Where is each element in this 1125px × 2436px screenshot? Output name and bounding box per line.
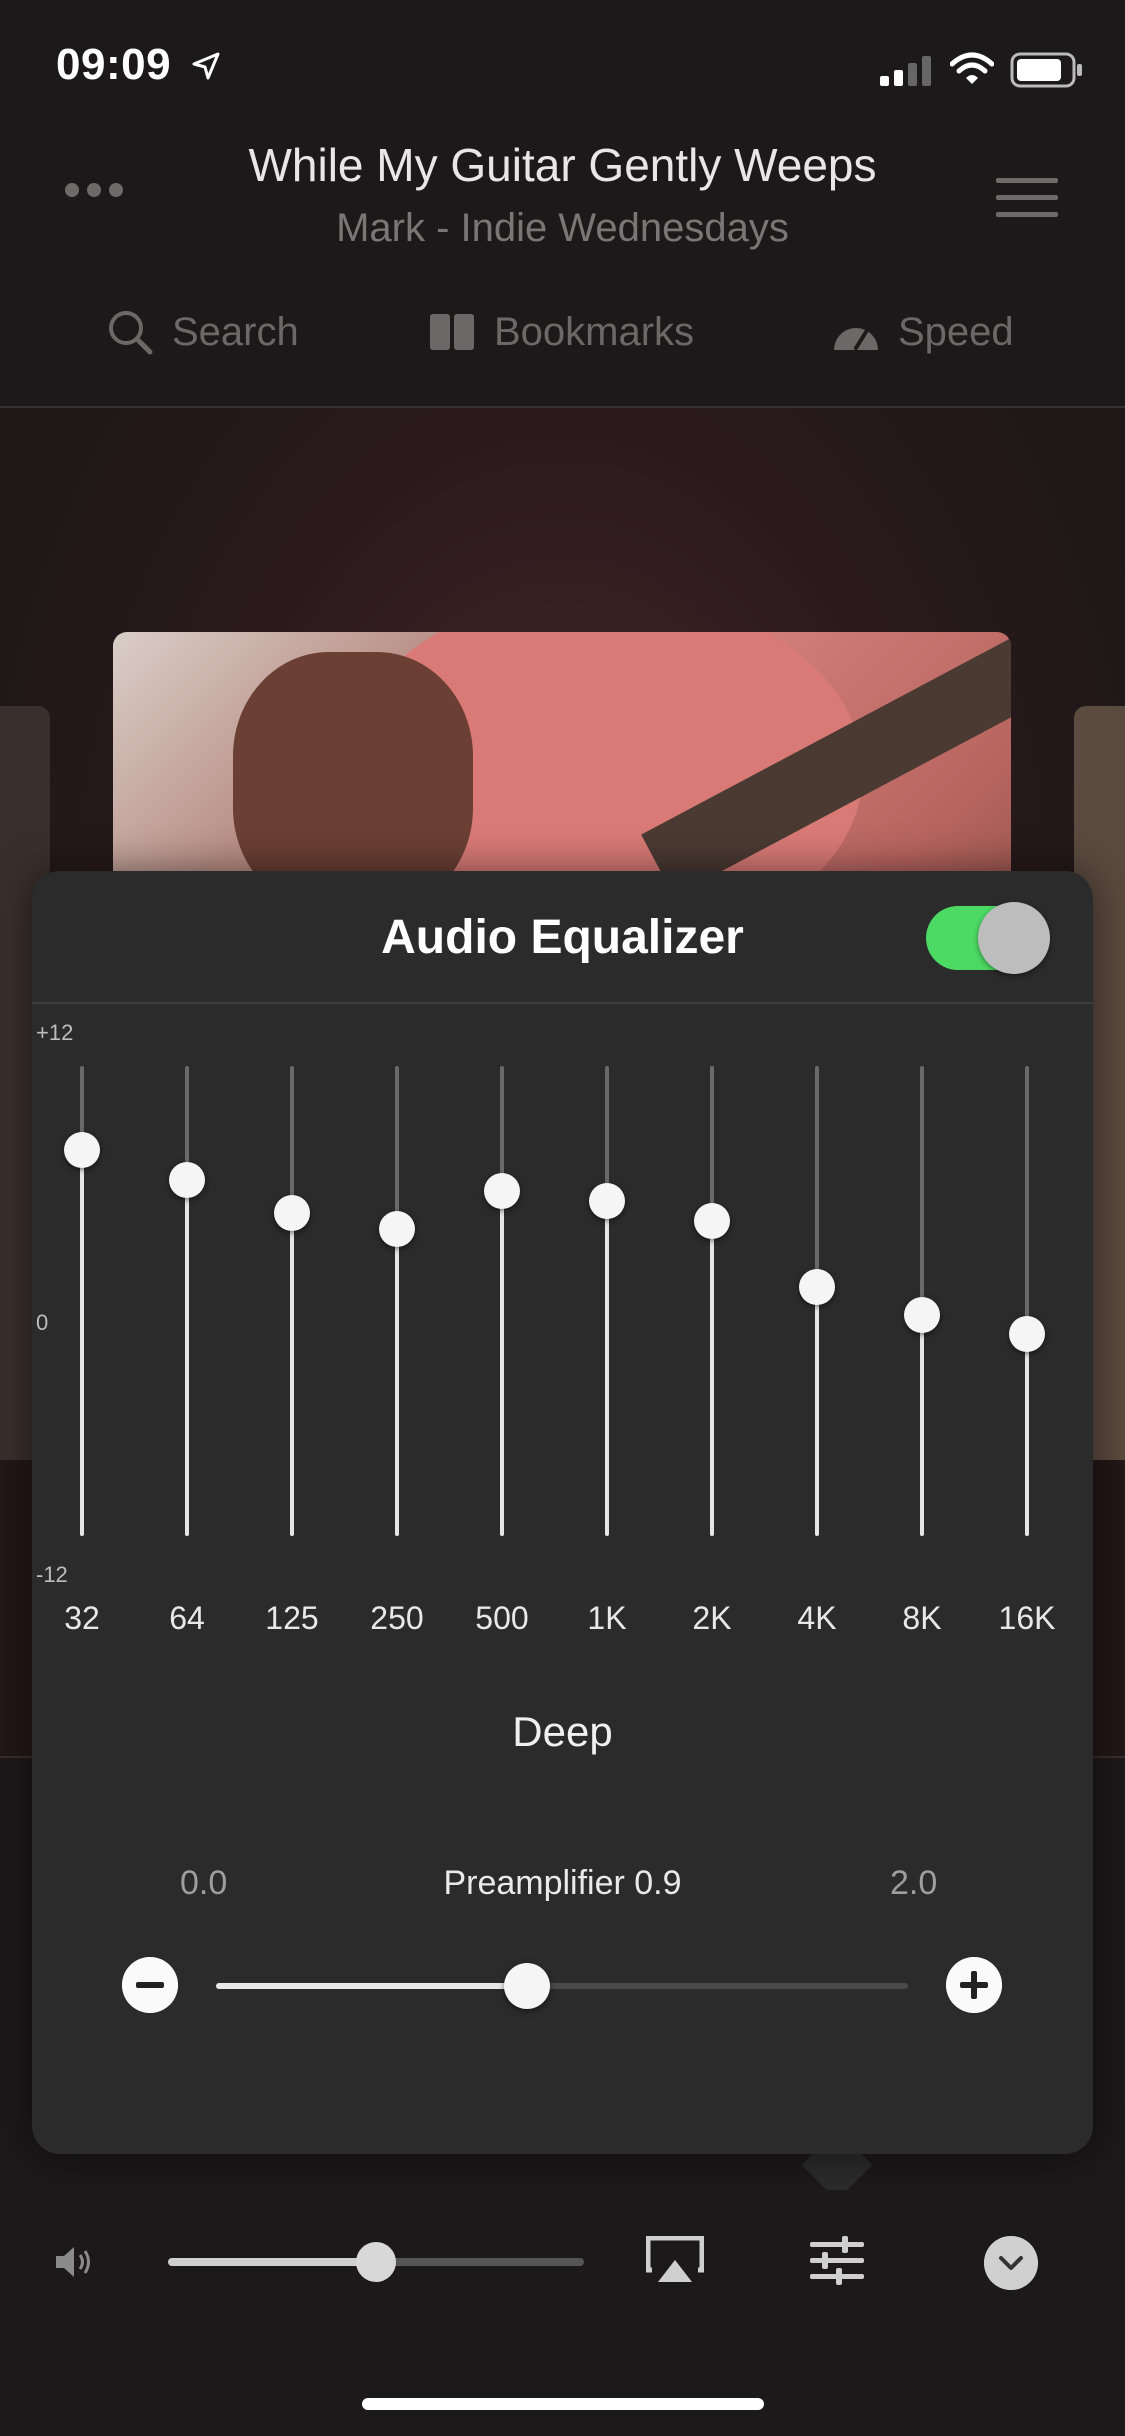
search-icon (109, 311, 153, 355)
eq-band-label: 32 (64, 1600, 100, 1636)
bookmarks-button[interactable]: Bookmarks (430, 300, 694, 364)
eq-band-label: 250 (370, 1600, 424, 1636)
eq-band-slider[interactable] (887, 1066, 957, 1536)
eq-band-thumb[interactable] (1009, 1316, 1045, 1353)
menu-icon[interactable] (996, 176, 1058, 220)
eq-band-slider[interactable] (782, 1066, 852, 1536)
toggle-knob (978, 902, 1050, 974)
eq-band-fill (185, 1179, 189, 1536)
home-indicator (362, 2398, 764, 2410)
wifi-icon (950, 52, 994, 84)
search-button[interactable]: Search (106, 300, 299, 364)
eq-band-label: 2K (692, 1600, 732, 1636)
axis-min-label: -12 (36, 1562, 68, 1587)
eq-band-thumb[interactable] (904, 1296, 940, 1333)
eq-band-label: 64 (169, 1600, 205, 1636)
eq-band-label: 1K (587, 1600, 627, 1636)
eq-band-fill (290, 1212, 294, 1536)
location-arrow-icon (192, 52, 220, 80)
eq-band-thumb[interactable] (274, 1194, 310, 1231)
equalizer-divider (32, 1002, 1093, 1004)
eq-band-slider[interactable] (362, 1066, 432, 1536)
eq-band-slider[interactable] (47, 1066, 117, 1536)
preamp-label: Preamplifier 0.9 (443, 1864, 682, 1902)
eq-band-slider[interactable] (257, 1066, 327, 1536)
eq-band-thumb[interactable] (694, 1202, 730, 1239)
eq-band-fill (605, 1201, 609, 1536)
eq-band-label: 4K (797, 1600, 837, 1636)
search-label: Search (172, 309, 299, 354)
axis-max-label: +12 (36, 1020, 74, 1045)
preamp-slider-fill (216, 1983, 528, 1989)
eq-band-fill (80, 1150, 84, 1536)
eq-band-label: 125 (265, 1600, 319, 1636)
eq-band-thumb[interactable] (484, 1173, 520, 1210)
volume-icon (56, 2247, 90, 2277)
eq-band-thumb[interactable] (799, 1269, 835, 1306)
eq-band-fill (500, 1191, 504, 1536)
eq-band-thumb[interactable] (589, 1183, 625, 1220)
eq-band-fill (395, 1228, 399, 1536)
speed-label: Speed (898, 309, 1014, 354)
eq-band-slider[interactable] (992, 1066, 1062, 1536)
equalizer-toggle[interactable] (926, 902, 1050, 974)
eq-band-slider[interactable] (152, 1066, 222, 1536)
eq-band-slider[interactable] (467, 1066, 537, 1536)
eq-band-slider[interactable] (677, 1066, 747, 1536)
preamp-max-label: 2.0 (890, 1864, 938, 1902)
status-time: 09:09 (56, 40, 172, 89)
bookmarks-label: Bookmarks (494, 309, 695, 354)
eq-band-label: 8K (902, 1600, 942, 1636)
preamp-increase-button[interactable] (946, 1957, 1002, 2013)
eq-band-fill (710, 1220, 714, 1536)
eq-band-label: 16K (998, 1600, 1056, 1636)
eq-band-thumb[interactable] (379, 1210, 415, 1247)
battery-icon (1010, 52, 1082, 88)
eq-band-fill (815, 1287, 819, 1536)
eq-band-slider[interactable] (572, 1066, 642, 1536)
eq-band-fill (1025, 1334, 1029, 1536)
volume-slider-fill (168, 2258, 376, 2266)
eq-band-label: 500 (475, 1600, 529, 1636)
track-title: While My Guitar Gently Weeps (248, 139, 877, 191)
eq-band-fill (920, 1314, 924, 1536)
eq-band-thumb[interactable] (169, 1161, 205, 1198)
bookmarks-icon (430, 314, 474, 350)
speed-button[interactable]: Speed (832, 300, 1014, 364)
playlist-subtitle: Mark - Indie Wednesdays (336, 206, 789, 250)
equalizer-settings-icon[interactable] (808, 2236, 866, 2286)
preset-name[interactable]: Deep (0, 1708, 1125, 1756)
volume-slider-thumb[interactable] (356, 2242, 396, 2282)
preamp-decrease-button[interactable] (122, 1957, 178, 2013)
eq-band-thumb[interactable] (64, 1132, 100, 1169)
airplay-icon[interactable] (646, 2236, 704, 2286)
cellular-signal-icon (880, 56, 931, 86)
speedometer-icon (834, 328, 878, 350)
collapse-chevron-icon[interactable] (984, 2236, 1038, 2290)
